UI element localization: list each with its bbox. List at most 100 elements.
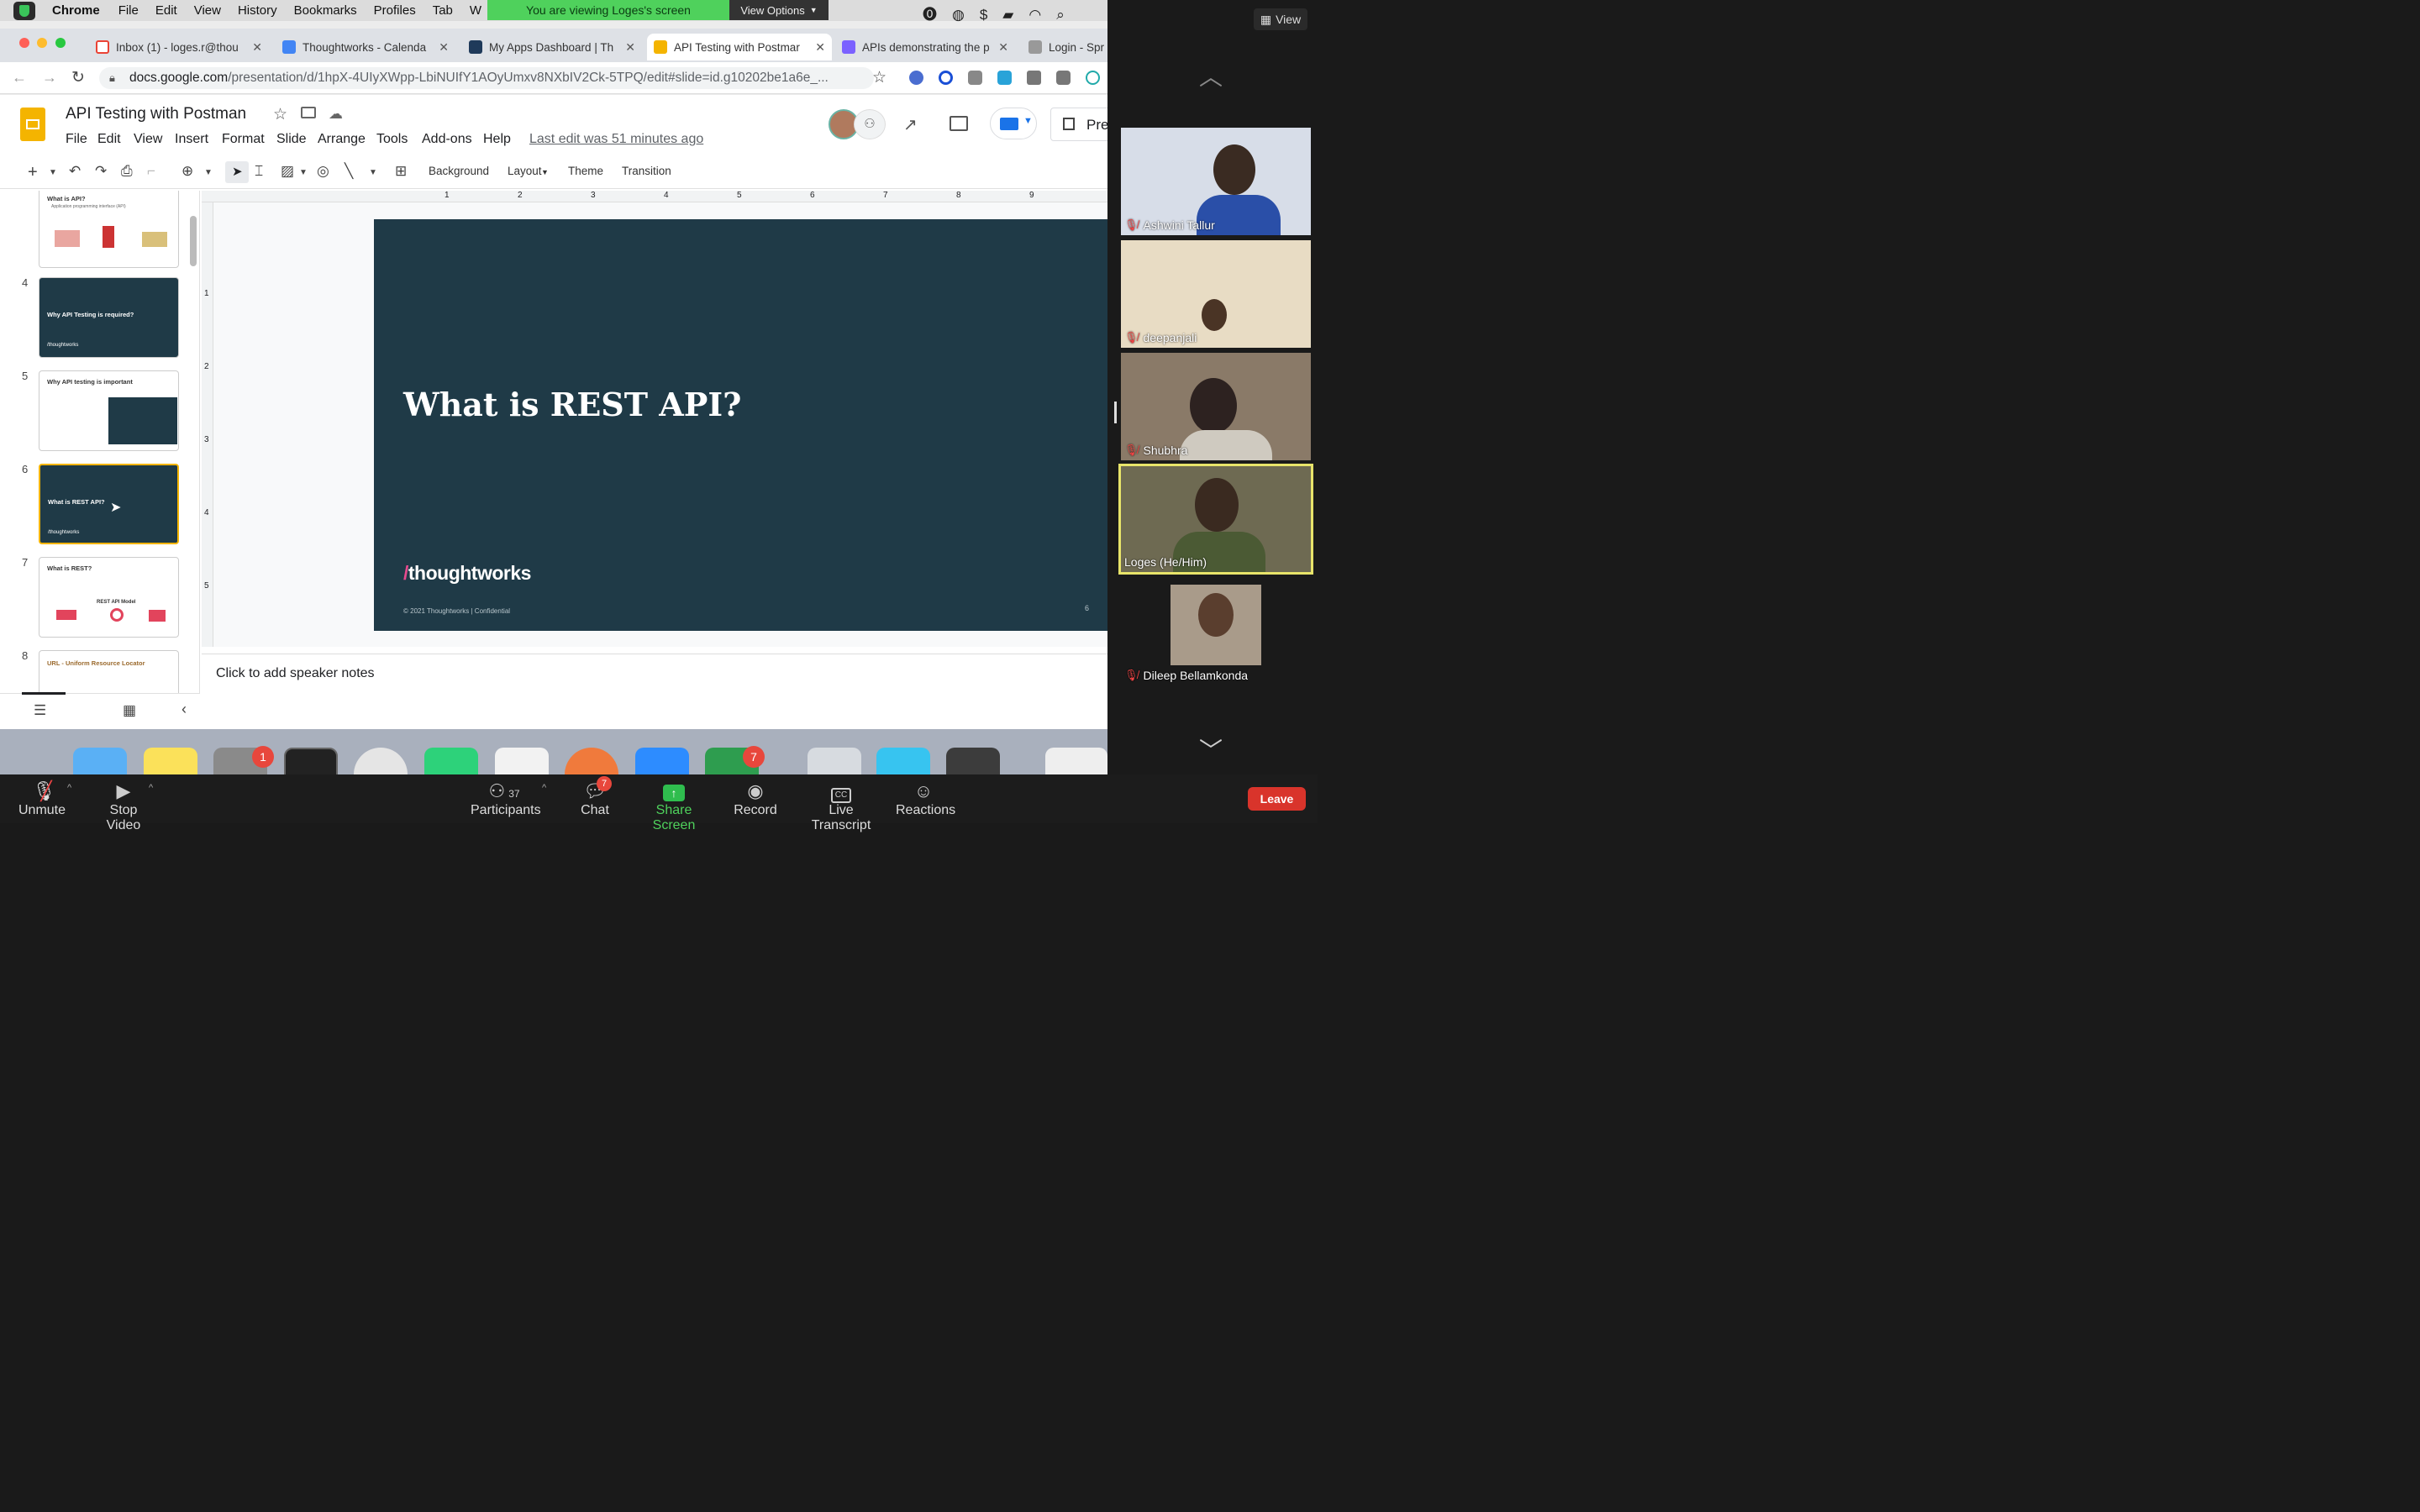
- extension-icon[interactable]: [1086, 71, 1100, 85]
- reload-icon[interactable]: ↻: [71, 68, 85, 87]
- bookmark-star-icon[interactable]: ☆: [872, 68, 886, 87]
- menu-window[interactable]: W: [470, 3, 481, 18]
- record-button[interactable]: ◉ Record: [733, 780, 778, 818]
- extension-icon[interactable]: [1027, 71, 1041, 85]
- video-tile-shubhra[interactable]: 🎙︎̸ Shubhra: [1121, 353, 1311, 460]
- layout-dropdown-icon[interactable]: ▼: [541, 168, 549, 176]
- camera-extension-icon[interactable]: [1056, 71, 1071, 85]
- layout-button[interactable]: Layout: [508, 165, 542, 177]
- shield-app-icon[interactable]: [13, 1, 35, 20]
- video-tile-dileep[interactable]: 🎙︎̸ Dileep Bellamkonda: [1121, 578, 1311, 685]
- comments-icon[interactable]: [950, 116, 968, 131]
- slide-thumbnail-8[interactable]: URL - Uniform Resource Locator: [39, 650, 179, 693]
- new-slide-icon[interactable]: +: [28, 163, 38, 182]
- extension-icon[interactable]: [909, 71, 923, 85]
- menu-file[interactable]: File: [118, 3, 139, 18]
- stop-video-button[interactable]: ▶︎ Stop Video: [92, 780, 155, 833]
- back-icon[interactable]: ←: [12, 69, 27, 87]
- unmute-button[interactable]: 🎙︎╱ Unmute: [18, 780, 66, 818]
- close-tab-icon[interactable]: ✕: [998, 40, 1008, 55]
- star-icon[interactable]: ☆: [273, 105, 287, 124]
- textedit-icon[interactable]: [495, 748, 549, 774]
- meet-icon[interactable]: ⚇: [854, 109, 886, 139]
- participants-options-caret[interactable]: ^: [542, 783, 546, 793]
- close-window-button[interactable]: [19, 38, 29, 48]
- live-transcript-button[interactable]: CC Live Transcript: [800, 780, 882, 833]
- video-tile-loges-active-speaker[interactable]: Loges (He/Him): [1118, 464, 1313, 575]
- extension-icon[interactable]: [968, 71, 982, 85]
- line-icon[interactable]: ╲: [345, 163, 353, 180]
- current-slide[interactable]: What is REST API? /thoughtworks © 2021 T…: [374, 219, 1107, 631]
- tab-gmail[interactable]: Inbox (1) - loges.r@thou ✕: [89, 34, 269, 60]
- pycharm-icon[interactable]: [424, 748, 478, 774]
- slide-thumbnail-3[interactable]: What is API? Application programming int…: [39, 191, 179, 268]
- audio-options-caret[interactable]: ^: [67, 783, 71, 793]
- shape-icon[interactable]: ◎: [317, 163, 329, 180]
- present-button[interactable]: Pres: [1050, 108, 1107, 141]
- video-tile-ashwini[interactable]: 🎙︎̸ Ashwini Tallur: [1121, 128, 1311, 235]
- sublime-icon[interactable]: [946, 748, 1000, 774]
- extension-icon[interactable]: [997, 71, 1012, 85]
- print-icon[interactable]: ⎙: [121, 163, 133, 180]
- docs-menu-format[interactable]: Format: [222, 132, 265, 147]
- menu-profiles[interactable]: Profiles: [374, 3, 416, 18]
- slides-logo-icon[interactable]: [20, 108, 45, 141]
- maximize-window-button[interactable]: [55, 38, 66, 48]
- image-icon[interactable]: ▨: [281, 163, 294, 180]
- share-screen-button[interactable]: ↑ Share Screen: [637, 780, 711, 833]
- menu-view[interactable]: View: [194, 3, 221, 18]
- tab-apis[interactable]: APIs demonstrating the p ✕: [835, 34, 1015, 60]
- reactions-button[interactable]: ☺ Reactions: [896, 780, 955, 818]
- document-title[interactable]: API Testing with Postman: [66, 105, 246, 123]
- filmstrip-view-icon[interactable]: ☰: [34, 702, 46, 719]
- collapse-panel-icon[interactable]: ‹: [182, 701, 187, 718]
- docs-menu-addons[interactable]: Add-ons: [422, 132, 472, 147]
- background-button[interactable]: Background: [429, 165, 489, 177]
- gallery-view-button[interactable]: ▦ View: [1254, 8, 1307, 30]
- participants-button[interactable]: ⚇ 37 Participants: [471, 780, 541, 818]
- activity-trend-icon[interactable]: ↗: [903, 114, 918, 135]
- terminal-icon[interactable]: [284, 748, 338, 774]
- paint-format-icon[interactable]: ⌐: [147, 163, 155, 180]
- webstorm-icon[interactable]: [876, 748, 930, 774]
- close-tab-icon[interactable]: ✕: [815, 40, 825, 55]
- close-tab-icon[interactable]: ✕: [252, 40, 262, 55]
- zoom-icon[interactable]: ⊕: [182, 163, 193, 180]
- tab-apps-dashboard[interactable]: My Apps Dashboard | Th ✕: [462, 34, 642, 60]
- menu-bookmarks[interactable]: Bookmarks: [294, 3, 357, 18]
- docs-menu-slide[interactable]: Slide: [276, 132, 307, 147]
- zoom-icon[interactable]: [635, 748, 689, 774]
- close-tab-icon[interactable]: ✕: [439, 40, 449, 55]
- docs-menu-help[interactable]: Help: [483, 132, 511, 147]
- extension-icon[interactable]: [939, 71, 953, 85]
- speaker-notes[interactable]: Click to add speaker notes: [202, 654, 1107, 729]
- forward-icon[interactable]: →: [42, 69, 57, 87]
- slide-filmstrip[interactable]: What is API? Application programming int…: [0, 191, 200, 693]
- docs-menu-edit[interactable]: Edit: [97, 132, 121, 147]
- grid-view-icon[interactable]: ▦: [123, 702, 136, 719]
- line-dropdown-icon[interactable]: ▼: [369, 168, 377, 177]
- menu-history[interactable]: History: [238, 3, 277, 18]
- docs-menu-view[interactable]: View: [134, 132, 162, 147]
- docs-menu-arrange[interactable]: Arrange: [318, 132, 366, 147]
- last-edit-link[interactable]: Last edit was 51 minutes ago: [529, 132, 703, 147]
- close-tab-icon[interactable]: ✕: [625, 40, 635, 55]
- tab-login[interactable]: Login - Spr: [1022, 34, 1107, 60]
- notes-icon[interactable]: [144, 748, 197, 774]
- url-field[interactable]: 🔒︎ docs.google.com/presentation/d/1hpX-4…: [99, 67, 874, 89]
- move-folder-icon[interactable]: [301, 107, 316, 118]
- 1password-icon[interactable]: [808, 748, 861, 774]
- finder-icon[interactable]: [73, 748, 127, 774]
- panel-resize-handle[interactable]: [1114, 402, 1117, 423]
- slide-thumbnail-4[interactable]: Why API Testing is required? /thoughtwor…: [39, 277, 179, 358]
- docs-menu-tools[interactable]: Tools: [376, 132, 408, 147]
- slide-thumbnail-5[interactable]: Why API testing is important: [39, 370, 179, 451]
- finder-window-thumbnail[interactable]: [1045, 748, 1107, 774]
- text-box-icon[interactable]: ⌶: [255, 163, 263, 180]
- present-meeting-button[interactable]: ▼: [990, 108, 1037, 139]
- docs-menu-file[interactable]: File: [66, 132, 87, 147]
- scroll-down-icon[interactable]: ﹀: [1199, 732, 1223, 766]
- docs-menu-insert[interactable]: Insert: [175, 132, 208, 147]
- filmstrip-scrollbar[interactable]: [190, 216, 197, 266]
- zoom-dropdown-icon[interactable]: ▼: [204, 168, 213, 177]
